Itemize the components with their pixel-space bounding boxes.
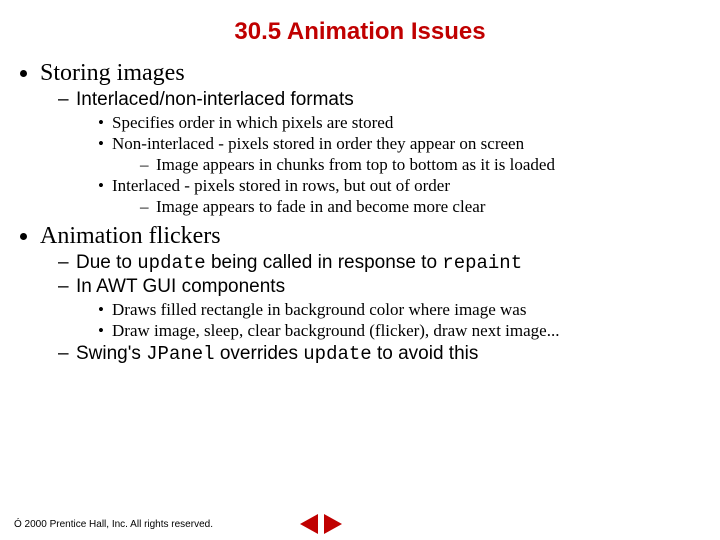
point-draws-rect: Draws filled rectangle in background col… xyxy=(98,300,720,320)
sub-swing: Swing's JPanel overrides update to avoid… xyxy=(58,343,720,365)
point-non-interlaced: Non-interlaced - pixels stored in order … xyxy=(98,134,720,175)
text-c: overrides xyxy=(215,343,304,364)
point-text: Interlaced - pixels stored in rows, but … xyxy=(112,176,450,195)
code-repaint: repaint xyxy=(442,252,522,274)
detail-fade: Image appears to fade in and become more… xyxy=(140,197,720,217)
text-a: Due to xyxy=(76,252,137,273)
bullet-text: Animation flickers xyxy=(40,223,221,249)
code-update: update xyxy=(303,343,371,365)
next-arrow-icon[interactable] xyxy=(324,514,342,534)
sub-text: In AWT GUI components xyxy=(76,276,285,297)
sub-text: Interlaced/non-interlaced formats xyxy=(76,89,354,110)
sub-awt: In AWT GUI components Draws filled recta… xyxy=(58,276,720,341)
text-c: being called in response to xyxy=(206,252,443,273)
code-update: update xyxy=(137,252,205,274)
point-draw-image: Draw image, sleep, clear background (fli… xyxy=(98,321,720,341)
copyright-footer: Ó 2000 Prentice Hall, Inc. All rights re… xyxy=(14,519,213,530)
bullet-storing-images: Storing images Interlaced/non-interlaced… xyxy=(40,60,720,217)
bullet-text: Storing images xyxy=(40,60,185,86)
sub-due-to-update: Due to update being called in response t… xyxy=(58,252,720,274)
text-a: Swing's xyxy=(76,343,146,364)
bullet-animation-flickers: Animation flickers Due to update being c… xyxy=(40,223,720,365)
content-list: Storing images Interlaced/non-interlaced… xyxy=(40,60,720,365)
detail-chunks: Image appears in chunks from top to bott… xyxy=(140,155,720,175)
text-e: to avoid this xyxy=(372,343,479,364)
nav-arrows xyxy=(300,514,342,534)
slide: 30.5 Animation Issues Storing images Int… xyxy=(0,0,720,540)
point-interlaced: Interlaced - pixels stored in rows, but … xyxy=(98,176,720,217)
point-specifies: Specifies order in which pixels are stor… xyxy=(98,113,720,133)
prev-arrow-icon[interactable] xyxy=(300,514,318,534)
point-text: Non-interlaced - pixels stored in order … xyxy=(112,134,524,153)
sub-interlaced: Interlaced/non-interlaced formats Specif… xyxy=(58,89,720,217)
code-jpanel: JPanel xyxy=(146,343,214,365)
slide-title: 30.5 Animation Issues xyxy=(0,0,720,54)
